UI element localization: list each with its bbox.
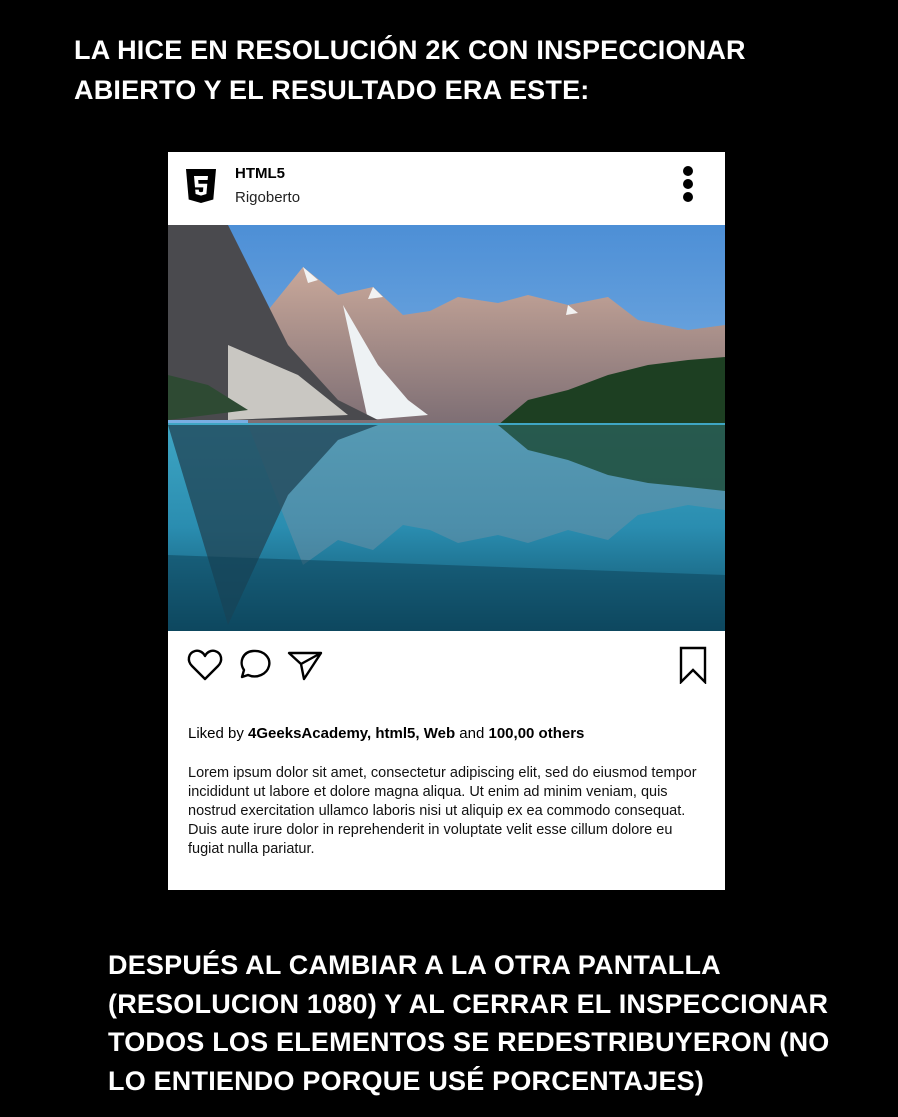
html5-logo-icon <box>186 169 216 203</box>
heart-icon[interactable] <box>186 646 224 684</box>
likes-summary: Liked by 4GeeksAcademy, html5, Web and 1… <box>188 725 584 742</box>
send-icon[interactable] <box>286 646 324 684</box>
likes-count[interactable]: 100,00 others <box>489 725 585 742</box>
bookmark-icon[interactable] <box>678 646 708 684</box>
post-description: Lorem ipsum dolor sit amet, consectetur … <box>188 765 697 857</box>
top-caption: LA HICE EN RESOLUCIÓN 2K CON INSPECCIONA… <box>74 35 746 105</box>
more-dot <box>683 192 693 202</box>
mountain-lake-photo <box>168 225 725 631</box>
more-options-button[interactable] <box>679 164 697 206</box>
likes-and: and <box>455 725 489 742</box>
account-subtitle: Rigoberto <box>235 189 301 206</box>
liker-html5[interactable]: html5, <box>375 725 419 742</box>
liker-4geeksacademy[interactable]: 4GeeksAcademy, <box>248 725 371 742</box>
bottom-caption: DESPUÉS AL CAMBIAR A LA OTRA PANTALLA (R… <box>108 950 830 1096</box>
likes-prefix: Liked by <box>188 725 249 742</box>
account-name[interactable]: HTML5 <box>235 165 285 182</box>
more-dot <box>683 179 693 189</box>
post-image[interactable] <box>168 225 725 631</box>
comment-icon[interactable] <box>236 646 274 684</box>
liker-web[interactable]: Web <box>424 725 455 742</box>
post-card: HTML5 Rigoberto Liked by 4GeeksAcademy, … <box>168 152 725 890</box>
post-actions <box>168 631 725 701</box>
post-header: HTML5 Rigoberto <box>168 152 725 225</box>
more-dot <box>683 166 693 176</box>
